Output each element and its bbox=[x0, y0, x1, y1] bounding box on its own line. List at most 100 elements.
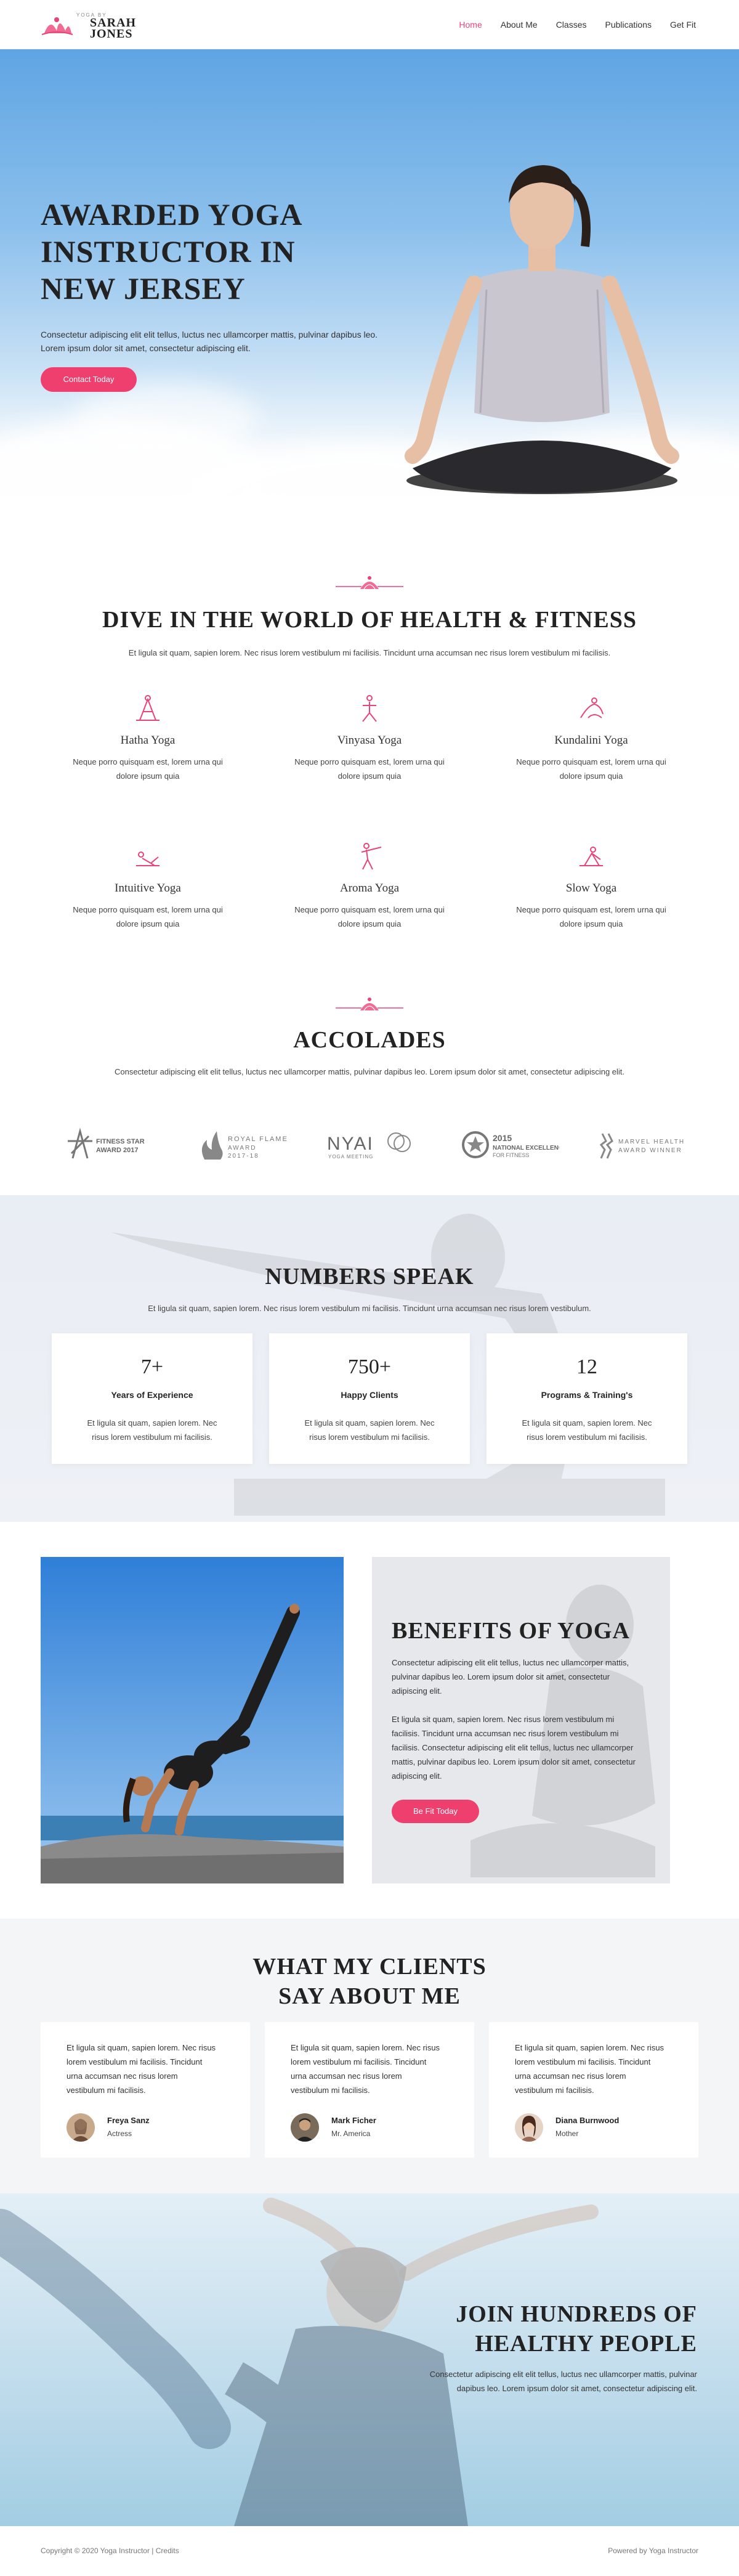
testimonial-role: Mr. America bbox=[331, 2129, 371, 2138]
service-desc-line: dolore ipsum quia bbox=[337, 771, 402, 781]
service-desc-line: Neque porro quisquam est, lorem urna qui bbox=[73, 757, 223, 766]
award-text: MARVEL HEALTH bbox=[618, 1139, 685, 1145]
award-text: FITNESS STAR bbox=[96, 1138, 145, 1145]
join-title: JOIN HUNDREDS OF HEALTHY PEOPLE bbox=[377, 2299, 697, 2359]
service-desc-line: Neque porro quisquam est, lorem urna qui bbox=[73, 905, 223, 914]
hero-title: AWARDED YOGA INSTRUCTOR IN NEW JERSEY bbox=[41, 196, 349, 307]
testimonial-line: urna accumsan nec risus lorem bbox=[291, 2071, 402, 2081]
hero-description: Consectetur adipiscing elit elit tellus,… bbox=[41, 328, 386, 355]
join-description: Consectetur adipiscing elit elit tellus,… bbox=[402, 2367, 697, 2395]
service-desc: Neque porro quisquam est, lorem urna qui… bbox=[283, 903, 456, 931]
services-title: DIVE IN THE WORLD OF HEALTH & FITNESS bbox=[102, 607, 637, 633]
yoga-pose-beach-image bbox=[41, 1557, 344, 1883]
stat-card-programs: 12 Programs & Training's Et ligula sit q… bbox=[487, 1333, 687, 1464]
hatha-pose-icon bbox=[136, 695, 160, 721]
service-card-hatha[interactable]: Hatha Yoga Neque porro quisquam est, lor… bbox=[62, 693, 234, 783]
benefits-line: mattis, pulvinar dapibus leo. Lorem ipsu… bbox=[392, 1757, 636, 1766]
testimonial-text: Et ligula sit quam, sapien lorem. Nec ri… bbox=[67, 2041, 227, 2097]
award-text: AWARD WINNER bbox=[618, 1147, 682, 1154]
services-subtitle: Et ligula sit quam, sapien lorem. Nec ri… bbox=[128, 648, 611, 657]
be-fit-today-button[interactable]: Be Fit Today bbox=[392, 1800, 479, 1823]
stat-desc-line: risus lorem vestibulum mi facilisis. bbox=[309, 1432, 430, 1442]
accolades-title: ACCOLADES bbox=[293, 1027, 446, 1053]
site-logo[interactable]: YOGA BY SARAH JONES bbox=[41, 9, 145, 41]
testimonial-line: urna accumsan nec risus lorem bbox=[67, 2071, 178, 2081]
nav-about-me[interactable]: About Me bbox=[501, 20, 538, 30]
service-title: Hatha Yoga bbox=[120, 734, 176, 747]
stat-value: 7+ bbox=[140, 1355, 164, 1378]
service-card-kundalini[interactable]: Kundalini Yoga Neque porro quisquam est,… bbox=[505, 693, 677, 783]
slow-pose-icon bbox=[579, 847, 603, 866]
hero-title-line: AWARDED YOGA bbox=[41, 197, 303, 232]
testimonial-line: Et ligula sit quam, sapien lorem. Nec ri… bbox=[291, 2043, 440, 2052]
hero-title-line: NEW JERSEY bbox=[41, 271, 246, 306]
service-desc-line: dolore ipsum quia bbox=[559, 771, 623, 781]
benefits-title: BENEFITS OF YOGA bbox=[392, 1618, 630, 1644]
stat-card-clients: 750+ Happy Clients Et ligula sit quam, s… bbox=[269, 1333, 470, 1464]
contact-today-button[interactable]: Contact Today bbox=[41, 367, 137, 392]
service-desc-line: dolore ipsum quia bbox=[116, 771, 180, 781]
join-title-line: JOIN HUNDREDS OF bbox=[456, 2301, 697, 2327]
hero-title-line: INSTRUCTOR IN bbox=[41, 234, 296, 269]
powered-by-text[interactable]: Powered by Yoga Instructor bbox=[608, 2546, 698, 2555]
nav-classes[interactable]: Classes bbox=[556, 20, 587, 30]
kundalini-pose-icon bbox=[580, 697, 604, 718]
benefits-panel: BENEFITS OF YOGA Consectetur adipiscing … bbox=[372, 1557, 670, 1883]
stat-card-experience: 7+ Years of Experience Et ligula sit qua… bbox=[52, 1333, 252, 1464]
service-desc-line: Neque porro quisquam est, lorem urna qui bbox=[516, 905, 666, 914]
stat-label: Years of Experience bbox=[111, 1390, 193, 1400]
lotus-divider-icon bbox=[336, 576, 403, 590]
benefits-paragraph: Et ligula sit quam, sapien lorem. Nec ri… bbox=[392, 1712, 650, 1783]
testimonial-line: vestibulum mi facilisis. bbox=[291, 2086, 370, 2095]
stat-desc-line: Et ligula sit quam, sapien lorem. Nec bbox=[87, 1418, 217, 1428]
service-card-slow[interactable]: Slow Yoga Neque porro quisquam est, lore… bbox=[505, 841, 677, 931]
testimonial-text: Et ligula sit quam, sapien lorem. Nec ri… bbox=[515, 2041, 675, 2097]
testimonial-line: lorem vestibulum mi facilisis. Tincidunt bbox=[515, 2057, 651, 2066]
service-desc-line: Neque porro quisquam est, lorem urna qui bbox=[294, 757, 445, 766]
service-title: Kundalini Yoga bbox=[554, 734, 628, 747]
avatar bbox=[515, 2113, 543, 2142]
service-card-vinyasa[interactable]: Vinyasa Yoga Neque porro quisquam est, l… bbox=[283, 693, 456, 783]
testimonial-name: Freya Sanz bbox=[107, 2116, 150, 2125]
award-text: 2017-18 bbox=[228, 1153, 259, 1160]
service-card-intuitive[interactable]: Intuitive Yoga Neque porro quisquam est,… bbox=[62, 841, 234, 931]
testimonial-role: Mother bbox=[555, 2129, 579, 2138]
vinyasa-pose-icon bbox=[362, 695, 377, 722]
nav-publications[interactable]: Publications bbox=[605, 20, 652, 30]
benefits-line: facilisis. Consectetur adipiscing elit e… bbox=[392, 1743, 634, 1752]
royal-flame-award-logo: ROYAL FLAME AWARD 2017-18 bbox=[201, 1131, 288, 1160]
intuitive-pose-icon bbox=[136, 851, 160, 866]
national-excellence-award-logo: 2015 NATIONAL EXCELLENCE FOR FITNESS bbox=[462, 1131, 559, 1158]
testimonial-name: Diana Burnwood bbox=[555, 2116, 620, 2125]
award-text: 2015 bbox=[493, 1133, 512, 1143]
numbers-subtitle: Et ligula sit quam, sapien lorem. Nec ri… bbox=[148, 1304, 591, 1313]
nav-get-fit[interactable]: Get Fit bbox=[670, 20, 696, 30]
service-desc: Neque porro quisquam est, lorem urna qui… bbox=[62, 903, 234, 931]
award-text: YOGA MEETING bbox=[328, 1154, 373, 1160]
benefits-paragraph: Consectetur adipiscing elit elit tellus,… bbox=[392, 1656, 650, 1698]
logo-name-last: JONES bbox=[90, 27, 133, 41]
testimonial-line: Et ligula sit quam, sapien lorem. Nec ri… bbox=[67, 2043, 216, 2052]
hero-desc-line: Lorem ipsum dolor sit amet, consectetur … bbox=[41, 343, 251, 353]
testimonial-card: Et ligula sit quam, sapien lorem. Nec ri… bbox=[265, 2022, 474, 2158]
cloud-decoration bbox=[74, 382, 259, 456]
nav-home[interactable]: Home bbox=[459, 20, 482, 30]
award-text: ROYAL FLAME bbox=[228, 1136, 288, 1143]
fitness-star-award-logo: FITNESS STAR AWARD 2017 bbox=[68, 1128, 145, 1159]
copyright-text[interactable]: Copyright © 2020 Yoga Instructor | Credi… bbox=[41, 2546, 179, 2555]
service-desc: Neque porro quisquam est, lorem urna qui… bbox=[505, 755, 677, 783]
service-desc-line: Neque porro quisquam est, lorem urna qui bbox=[516, 757, 666, 766]
testimonial-line: lorem vestibulum mi facilisis. Tincidunt bbox=[291, 2057, 427, 2066]
join-desc-line: Consectetur adipiscing elit elit tellus,… bbox=[429, 2370, 697, 2379]
testimonial-line: Et ligula sit quam, sapien lorem. Nec ri… bbox=[515, 2043, 664, 2052]
accolades-subtitle: Consectetur adipiscing elit elit tellus,… bbox=[114, 1067, 625, 1076]
service-card-aroma[interactable]: Aroma Yoga Neque porro quisquam est, lor… bbox=[283, 841, 456, 931]
stat-value: 750+ bbox=[347, 1355, 392, 1378]
join-desc-line: dapibus leo. Lorem ipsum dolor sit amet,… bbox=[456, 2384, 697, 2393]
benefits-line: adipiscing elit. bbox=[392, 1686, 442, 1696]
avatar bbox=[67, 2113, 95, 2142]
testimonial-line: vestibulum mi facilisis. bbox=[67, 2086, 146, 2095]
numbers-title: NUMBERS SPEAK bbox=[265, 1264, 474, 1290]
benefits-line: Consectetur adipiscing elit elit tellus,… bbox=[392, 1658, 629, 1667]
site-footer: Copyright © 2020 Yoga Instructor | Credi… bbox=[0, 2526, 739, 2576]
